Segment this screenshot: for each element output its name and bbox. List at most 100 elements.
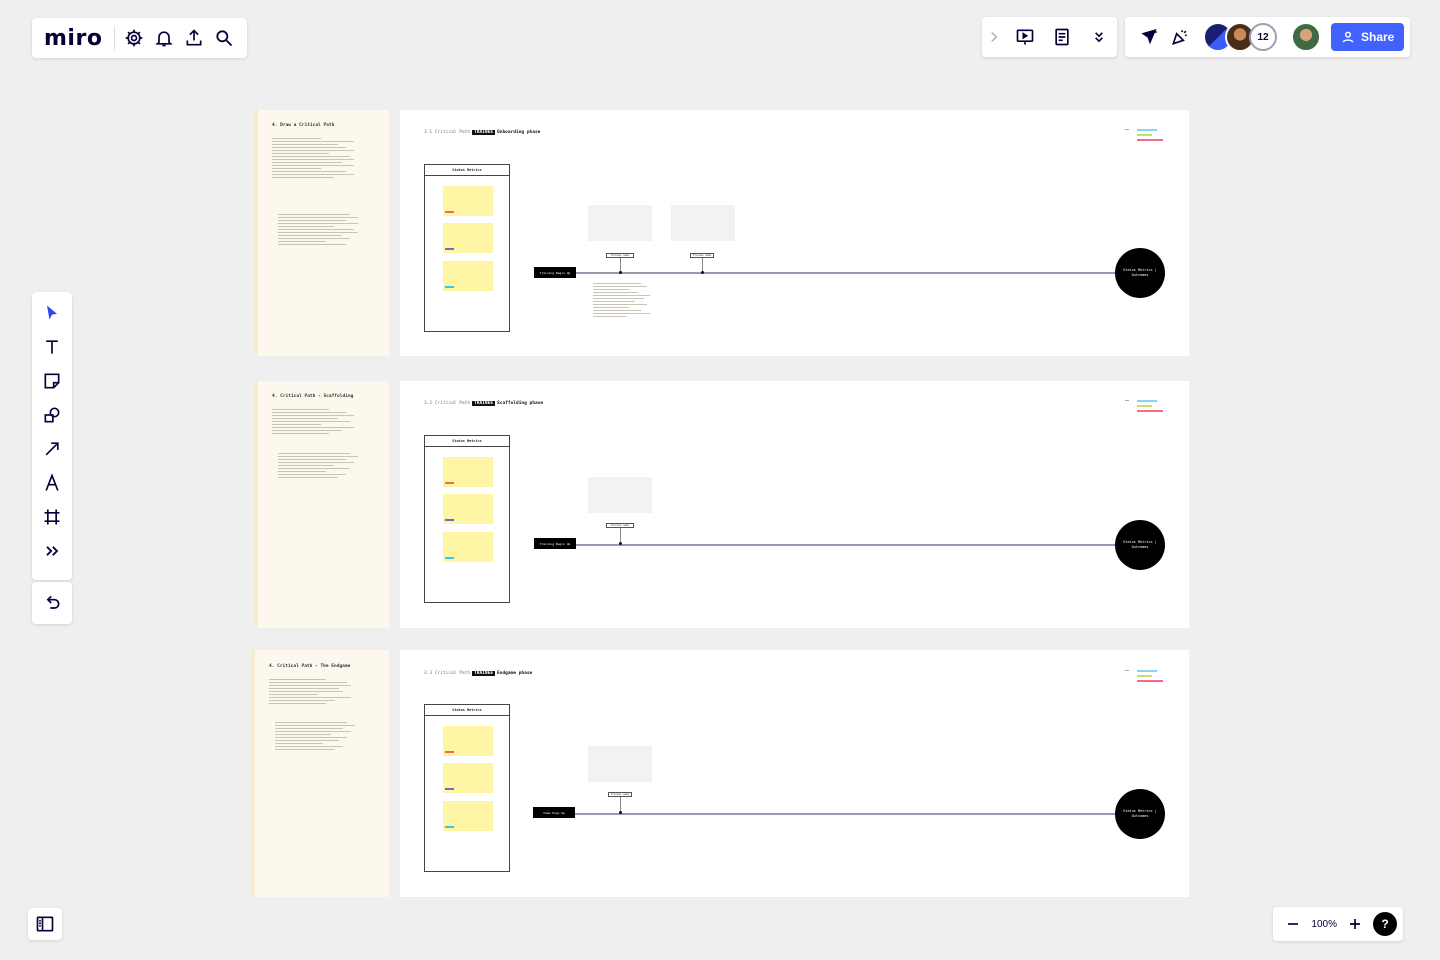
path-node [619,811,622,814]
side-text-block [278,212,358,247]
zoom-in-icon[interactable] [1343,909,1367,939]
side-text-block [272,407,354,436]
presentation-icon[interactable] [1010,22,1040,52]
side-frame-title: 4. Draw a Critical Path [272,123,335,128]
path-node [701,271,704,274]
undo-icon[interactable] [37,588,67,618]
gear-icon[interactable] [119,23,149,53]
frame-title: 3.1 Critical Path TRAINEE Onboarding pha… [424,130,540,135]
shapes-icon[interactable] [37,400,67,430]
toolbar-divider [114,26,116,50]
path-node [619,271,622,274]
goal-circle[interactable]: Status Metrics | Outcomes [1115,789,1165,839]
path-node [619,542,622,545]
phase-title: Onboarding phase [497,130,541,135]
sticky-note-icon[interactable] [37,366,67,396]
start-box[interactable]: Training Begin Up [534,538,576,549]
legend-item [1137,139,1163,141]
participant-count-badge[interactable]: 12 [1249,23,1277,51]
sidebar-toggle-icon[interactable] [30,909,60,939]
status-metrics-box[interactable]: Status Metrics [424,704,510,872]
goal-circle[interactable]: Status Metrics | Outcomes [1115,248,1165,298]
pen-icon[interactable] [37,468,67,498]
placeholder-card[interactable] [588,205,652,241]
start-box[interactable]: Team Sign Up [533,807,575,818]
legend-item [1137,410,1163,412]
critical-path-line [575,813,1116,815]
trainee-tag: TRAINEE [472,671,496,676]
phase-title: Endgame phase [497,671,533,676]
help-button[interactable]: ? [1373,912,1397,936]
placeholder-card[interactable] [588,746,652,782]
chevron-right-icon[interactable] [985,22,1003,52]
status-metrics-label: Status Metrics [425,705,509,716]
critical-path-line [576,544,1116,546]
celebrate-icon[interactable] [1165,22,1195,52]
legend-item [1137,405,1152,407]
cursor-share-icon[interactable] [1135,22,1165,52]
trainee-tag: TRAINEE [472,401,496,406]
left-toolbar [32,292,72,580]
side-frame-2[interactable]: 4. Critical Path - Scaffolding [254,381,389,628]
bell-icon[interactable] [149,23,179,53]
legend-item [1137,400,1157,402]
main-frame-2[interactable]: 3.2 Critical Path TRAINEE Scaffolding ph… [400,381,1189,628]
top-left-toolbar: miro [32,18,247,58]
notes-icon[interactable] [1047,22,1077,52]
avatar-group[interactable]: 12 [1203,22,1277,52]
side-frame-title: 4. Critical Path - The Endgame [269,664,351,669]
zoom-out-icon[interactable] [1281,909,1305,939]
text-icon[interactable] [37,332,67,362]
side-text-block [269,677,351,706]
frame-title: 3.3 Critical Path TRAINEE Endgame phase [424,671,532,676]
sticky-note[interactable] [443,801,493,831]
sticky-note[interactable] [443,457,493,487]
frame-title-prefix: 3.2 Critical Path [424,401,471,406]
double-chevron-down-icon[interactable] [1084,22,1114,52]
legend-item [1137,134,1152,136]
start-box[interactable]: Training Begin Up [534,267,576,278]
sidebar-toggle-panel [28,908,62,940]
status-metrics-label: Status Metrics [425,436,509,447]
frame-title: 3.2 Critical Path TRAINEE Scaffolding ph… [424,401,543,406]
connector-arrow-icon[interactable] [37,434,67,464]
frame-icon[interactable] [37,502,67,532]
side-text-block [278,451,358,480]
sticky-note[interactable] [443,726,493,756]
undo-panel [32,582,72,624]
select-cursor-icon[interactable] [37,298,67,328]
search-icon[interactable] [209,23,239,53]
upload-icon[interactable] [179,23,209,53]
avatar[interactable] [1291,22,1321,52]
sticky-note[interactable] [443,223,493,253]
side-text-block [275,720,355,752]
main-frame-3[interactable]: 3.3 Critical Path TRAINEE Endgame phase … [400,650,1189,897]
side-frame-title: 4. Critical Path - Scaffolding [272,394,354,399]
side-frame-1[interactable]: 4. Draw a Critical Path [254,110,389,356]
status-metrics-box[interactable]: Status Metrics [424,164,510,332]
critical-path-line [576,272,1116,274]
main-frame-1[interactable]: 3.1 Critical Path TRAINEE Onboarding pha… [400,110,1189,356]
side-frame-3[interactable]: 4. Critical Path - The Endgame [251,650,389,897]
miro-logo[interactable]: miro [32,26,110,51]
legend-item [1137,675,1152,677]
zoom-level[interactable]: 100% [1305,919,1343,930]
sticky-note[interactable] [443,763,493,793]
placeholder-card[interactable] [671,205,735,241]
top-right-toolbar-collab: 12 Share [1125,17,1410,57]
frame-title-prefix: 3.3 Critical Path [424,671,471,676]
status-metrics-label: Status Metrics [425,165,509,176]
side-text-block [272,136,354,180]
share-button[interactable]: Share [1331,23,1405,51]
user-icon [1342,31,1354,43]
goal-circle[interactable]: Status Metrics | Outcomes [1115,520,1165,570]
sticky-note[interactable] [443,261,493,291]
sticky-note[interactable] [443,494,493,524]
sticky-note[interactable] [443,532,493,562]
legend-item [1137,670,1157,672]
more-tools-icon[interactable] [37,536,67,566]
placeholder-card[interactable] [588,477,652,513]
sticky-note[interactable] [443,186,493,216]
status-metrics-box[interactable]: Status Metrics [424,435,510,603]
top-right-toolbar-views [982,17,1117,57]
